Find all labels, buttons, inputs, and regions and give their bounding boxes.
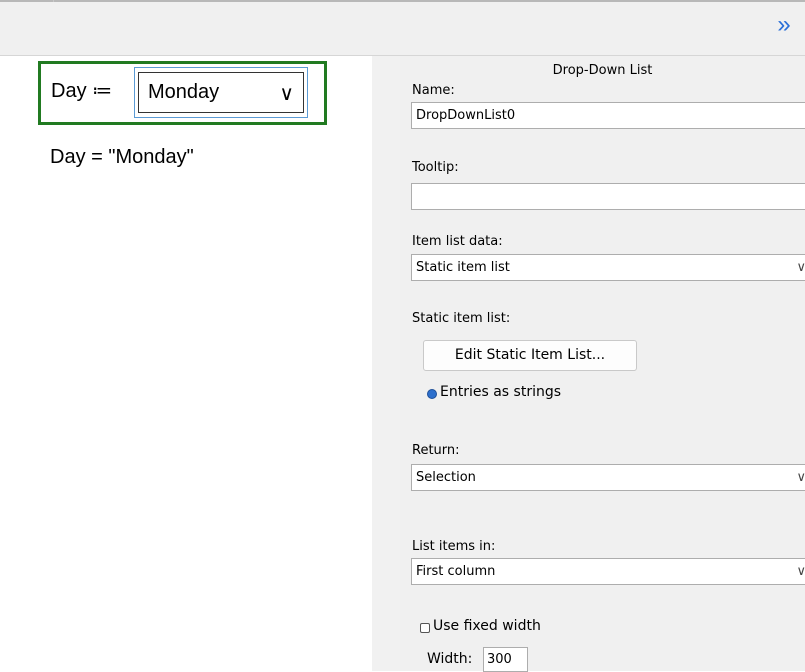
name-field[interactable]: DropDownList0 [411,102,805,129]
static-item-list-label: Static item list: [412,311,511,326]
entries-as-strings-radio[interactable] [427,389,437,399]
name-label: Name: [412,83,455,98]
dropdown-selection-frame[interactable]: Monday ∨ [134,67,308,118]
variable-label: Day ≔ [51,80,113,102]
day-dropdown[interactable]: Monday ∨ [138,72,304,113]
return-value: Selection [416,470,476,485]
return-label: Return: [412,443,460,458]
collapse-panel-icon[interactable]: » [771,12,797,38]
chevron-down-icon[interactable]: ∨ [796,255,805,280]
list-items-in-value: First column [416,564,496,579]
list-items-in-select[interactable]: First column ∨ [411,558,805,585]
item-list-data-select[interactable]: Static item list ∨ [411,254,805,281]
use-fixed-width-label: Use fixed width [433,618,541,634]
chevron-down-icon[interactable]: ∨ [279,81,294,106]
selected-region[interactable]: Day ≔ Monday ∨ [38,61,327,125]
dropdown-value: Monday [148,81,220,103]
item-list-data-label: Item list data: [412,234,503,249]
tooltip-field[interactable] [411,183,805,210]
worksheet-gutter [372,56,400,671]
worksheet[interactable]: Day ≔ Monday ∨ Day = "Monday" [0,56,372,671]
item-list-data-value: Static item list [416,260,510,275]
return-select[interactable]: Selection ∨ [411,464,805,491]
edit-static-item-list-button[interactable]: Edit Static Item List... [423,340,637,371]
toolbar: » [0,2,805,56]
panel-title: Drop-Down List [552,63,653,78]
width-label: Width: [427,651,473,667]
entries-as-strings-label: Entries as strings [440,384,562,400]
tooltip-label: Tooltip: [412,160,459,175]
list-items-in-label: List items in: [412,539,496,554]
width-field[interactable]: 300 [483,647,528,672]
chevron-down-icon[interactable]: ∨ [796,559,805,584]
chevron-down-icon[interactable]: ∨ [796,465,805,490]
use-fixed-width-checkbox[interactable] [420,623,430,633]
properties-panel: Drop-Down List Name: DropDownList0 Toolt… [400,56,805,672]
evaluation-result: Day = "Monday" [50,146,194,168]
